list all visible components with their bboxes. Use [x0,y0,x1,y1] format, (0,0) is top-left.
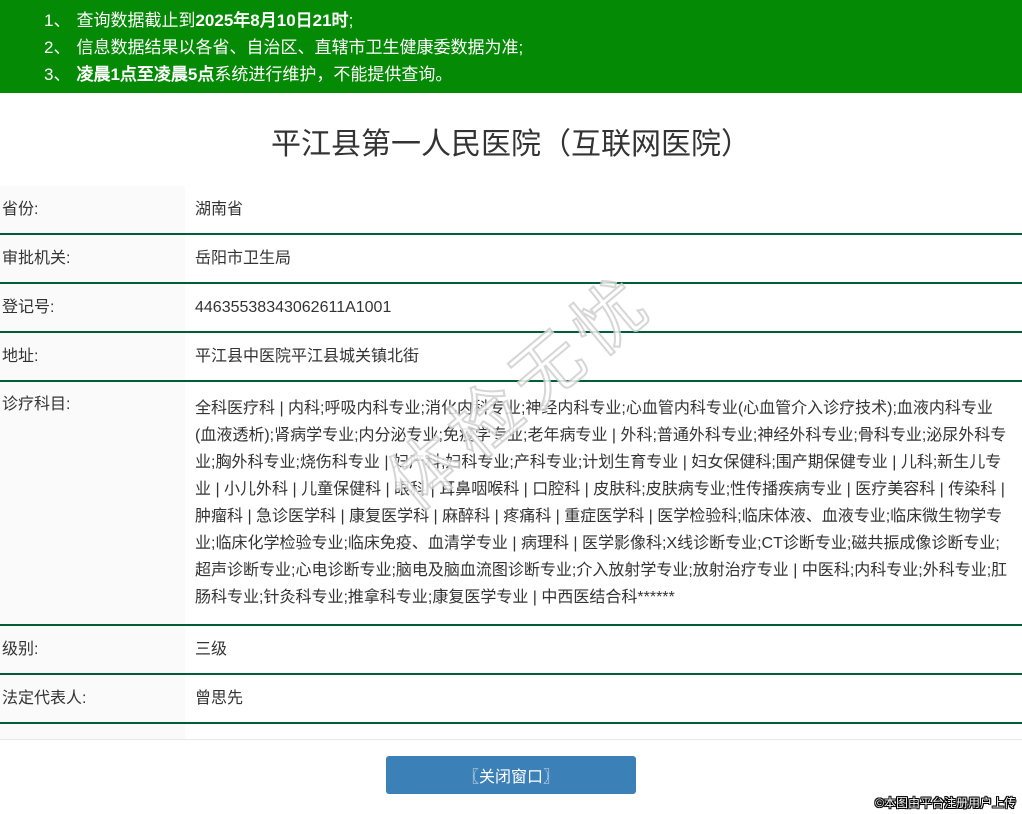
close-window-button[interactable]: 〖关闭窗口〗 [386,756,636,794]
row-value: 全科医疗科 | 内科;呼吸内科专业;消化内科专业;神经内科专业;心血管内科专业(… [195,400,1008,606]
row-value: 岳阳市卫生局 [195,250,292,267]
notice-text-bold: 2025年8月10日21时 [195,11,349,30]
table-row-address: 地址: 平江县中医院平江县城关镇北街 [0,333,1022,382]
row-value: 曾思先 [195,690,244,707]
button-area: 〖关闭窗口〗 [0,756,1022,794]
notice-number: 1、 [44,11,71,30]
table-row-province: 省份: 湖南省 [0,186,1022,235]
table-row-approval-authority: 审批机关: 岳阳市卫生局 [0,235,1022,284]
notice-bar: 1、 查询数据截止到2025年8月10日21时; 2、 信息数据结果以各省、自治区、… [0,0,1022,93]
row-value [185,724,1022,739]
table-row-level: 级别: 三级 [0,626,1022,675]
row-label: 地址: [0,333,185,380]
row-label: 省份: [0,186,185,233]
notice-text: ; [348,11,354,30]
page-title: 平江县第一人民医院（互联网医院） [271,128,751,161]
row-label: 审批机关: [0,235,185,282]
row-label: 登记号: [0,284,185,331]
notice-text: 信息数据结果以各省、自治区、直辖市卫生健康委数据为准; [76,38,524,57]
notice-line-3: 3、 凌晨1点至凌晨5点系统进行维护，不能提供查询。 [44,61,1012,88]
row-label: 诊疗科目: [0,382,185,624]
row-value: 湖南省 [195,201,244,218]
row-label [0,724,185,739]
notice-line-1: 1、 查询数据截止到2025年8月10日21时; [44,7,1012,34]
row-label: 法定代表人: [0,675,185,722]
notice-text: 系统进行维护，不能提供查询。 [214,65,453,84]
table-row-legal-representative: 法定代表人: 曾思先 [0,675,1022,724]
row-value: 三级 [195,641,228,658]
upload-credit-watermark: ©本图由平台注册用户上传 [875,796,1016,810]
table-row-registration-number: 登记号: 44635538343062611A1001 [0,284,1022,333]
notice-number: 3、 [44,65,71,84]
notice-number: 2、 [44,38,71,57]
row-value: 平江县中医院平江县城关镇北街 [195,348,420,365]
notice-text: 查询数据截止到 [76,11,196,30]
row-value: 44635538343062611A1001 [195,299,392,316]
notice-line-2: 2、 信息数据结果以各省、自治区、直辖市卫生健康委数据为准; [44,34,1012,61]
table-row-treatment-subjects: 诊疗科目: 全科医疗科 | 内科;呼吸内科专业;消化内科专业;神经内科专业;心血… [0,382,1022,626]
row-label: 级别: [0,626,185,673]
notice-text-bold: 凌晨1点至凌晨5点 [76,65,215,84]
table-row-clipped [0,724,1022,740]
info-table: 省份: 湖南省 审批机关: 岳阳市卫生局 登记号: 44635538343062… [0,186,1022,740]
